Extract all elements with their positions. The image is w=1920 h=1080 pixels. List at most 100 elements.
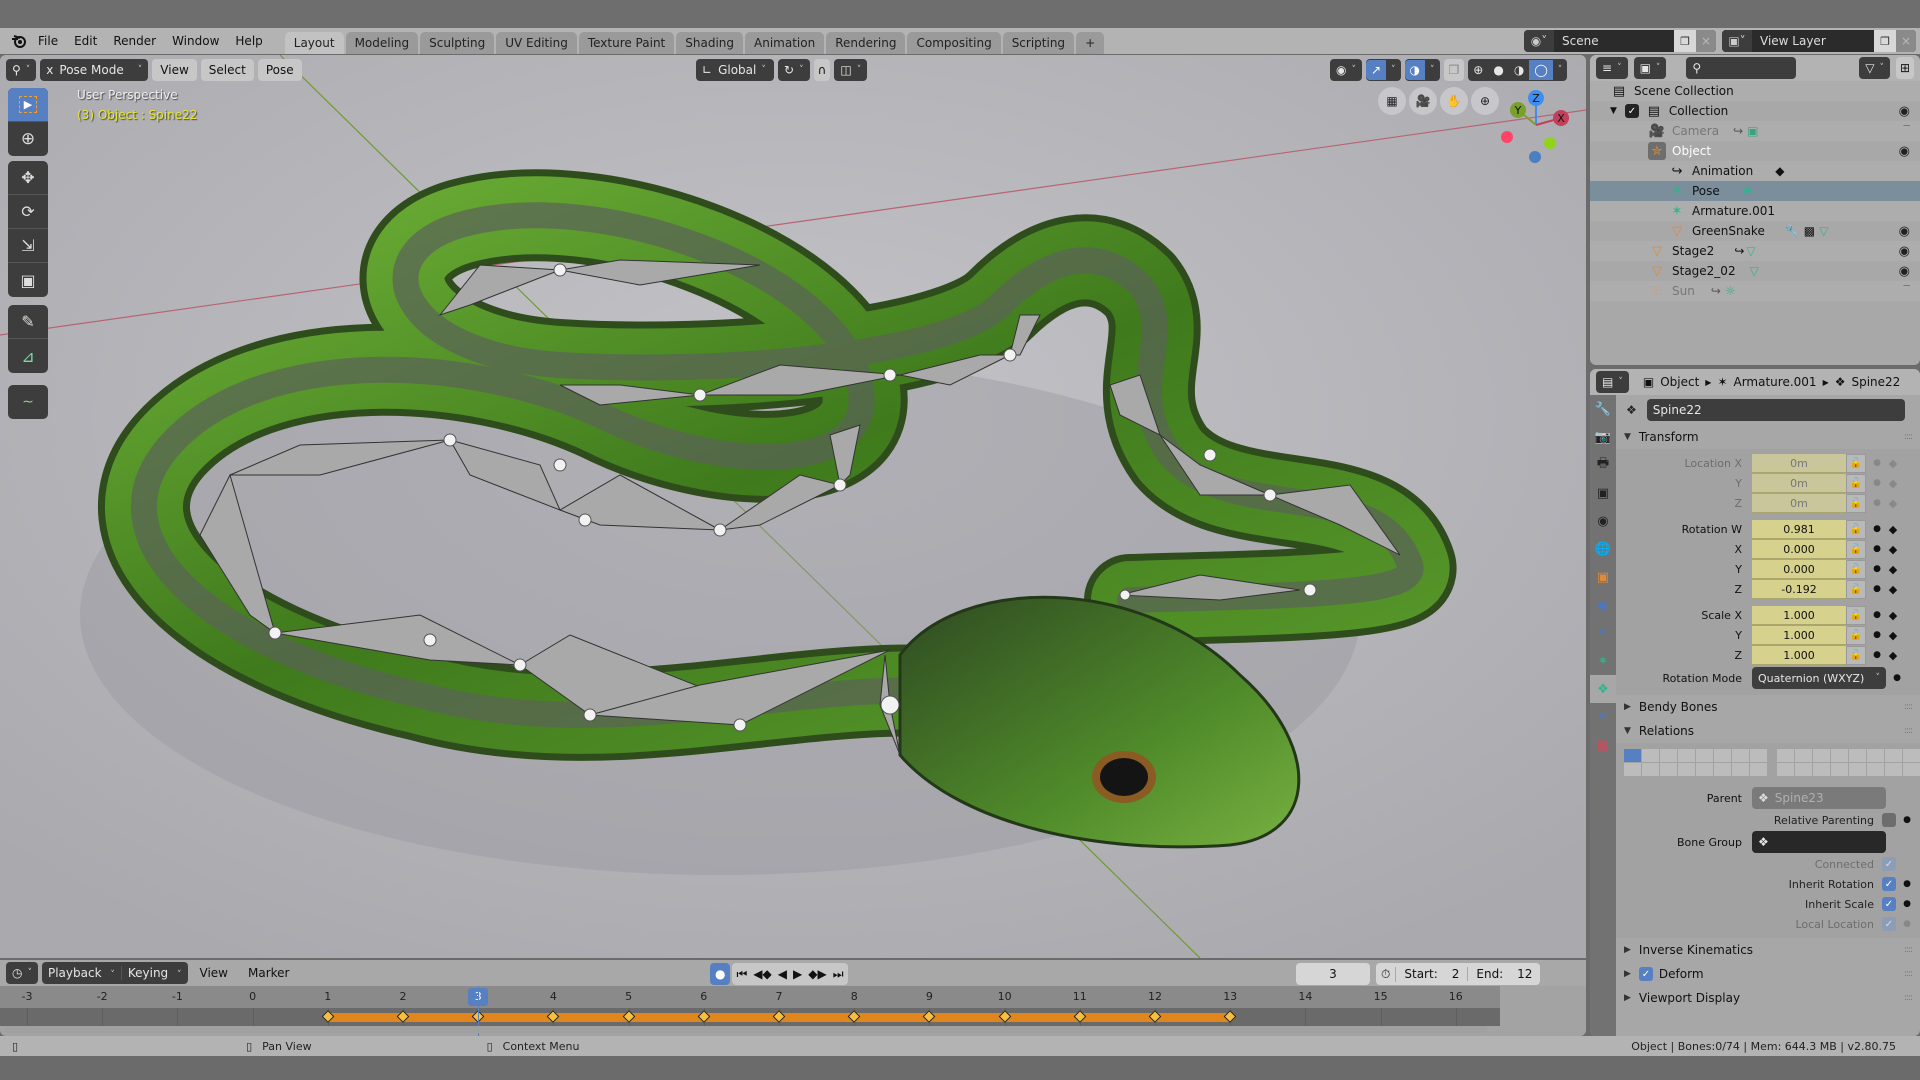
keyframe-diamond-icon[interactable]: ◆: [1886, 609, 1900, 622]
outliner-row-object[interactable]: ✮ Object ◉: [1590, 141, 1920, 161]
collection-checkbox[interactable]: ✓: [1624, 104, 1639, 118]
menu-select[interactable]: Select: [200, 59, 254, 81]
outliner-row-collection[interactable]: ▼ ✓ ▤ Collection ◉: [1590, 101, 1920, 121]
scene-name[interactable]: Scene: [1554, 34, 1674, 48]
tab-texture-paint[interactable]: Texture Paint: [578, 32, 675, 54]
gizmo-neg-x-axis[interactable]: [1501, 131, 1513, 143]
transform-section-header[interactable]: ▼ Transform::::: [1616, 425, 1920, 449]
timeline-ruler[interactable]: -3-2-1012345678910111213141516: [0, 986, 1500, 1008]
eye-icon[interactable]: ◉: [1899, 224, 1910, 239]
menu-edit[interactable]: Edit: [66, 34, 105, 48]
keyframe-diamond-icon[interactable]: ◆: [1886, 649, 1900, 662]
bone-layer-toggle[interactable]: [1660, 749, 1677, 762]
relative-parenting-checkbox[interactable]: [1882, 813, 1896, 827]
tab-world[interactable]: 🌐: [1590, 535, 1616, 563]
keyframe-dot-icon[interactable]: ●: [1872, 478, 1882, 488]
start-frame-field[interactable]: Start: 2: [1396, 967, 1469, 981]
tab-sculpting[interactable]: Sculpting: [420, 32, 495, 54]
keyframe-dot-icon[interactable]: ●: [1872, 650, 1882, 660]
inherit-rotation-checkbox[interactable]: ✓: [1882, 877, 1896, 891]
viewport-scene[interactable]: [0, 55, 1586, 958]
tab-scene[interactable]: ◉: [1590, 507, 1616, 535]
rotate-tool[interactable]: ⟳: [8, 195, 48, 229]
bone-layer-toggle[interactable]: [1849, 749, 1866, 762]
tab-compositing[interactable]: Compositing: [907, 32, 1001, 54]
outliner-row-sun[interactable]: ☉ Sun ↪ ☼ ‾: [1590, 281, 1920, 301]
lock-icon[interactable]: 🔓: [1846, 579, 1866, 599]
eye-hidden-icon[interactable]: ‾: [1904, 124, 1911, 139]
gizmo-toggle[interactable]: ↗ ˅: [1365, 59, 1401, 81]
bone-layer-toggle[interactable]: [1714, 749, 1731, 762]
keyframe-dot-icon[interactable]: ●: [1902, 899, 1912, 909]
material-shading-icon[interactable]: ◑: [1509, 63, 1529, 77]
lock-icon[interactable]: 🔓: [1846, 625, 1866, 645]
keyframe-dot-icon[interactable]: ●: [1872, 584, 1882, 594]
tab-texture[interactable]: ▩: [1590, 731, 1616, 759]
parent-field[interactable]: ❖ Spine23: [1752, 787, 1886, 809]
view-layer-selector[interactable]: ▣˅ View Layer ❐ ×: [1722, 30, 1916, 52]
navigation-gizmo[interactable]: Z Y X: [1492, 85, 1582, 175]
scale-z-field[interactable]: 1.000: [1752, 645, 1846, 665]
keyframe-dot-icon[interactable]: ●: [1872, 524, 1882, 534]
menu-playback[interactable]: Playback ˅: [42, 966, 121, 980]
drag-handle-icon[interactable]: ::::: [1904, 726, 1913, 736]
wireframe-shading-icon[interactable]: ⊕: [1468, 63, 1488, 77]
menu-window[interactable]: Window: [164, 34, 227, 48]
menu-view[interactable]: View: [152, 59, 197, 81]
bendy-bones-section-header[interactable]: ▶ Bendy Bones::::: [1616, 695, 1920, 719]
add-workspace-button[interactable]: +: [1076, 32, 1105, 54]
bone-layer-toggle[interactable]: [1813, 763, 1830, 776]
bone-layer-toggle[interactable]: [1849, 763, 1866, 776]
tab-modeling[interactable]: Modeling: [345, 32, 419, 54]
bone-layer-toggle[interactable]: [1678, 749, 1695, 762]
outliner-row-scene-collection[interactable]: ▤ Scene Collection: [1590, 81, 1920, 101]
overlays-toggle[interactable]: ◑ ˅: [1404, 59, 1440, 81]
keyframe-diamond-icon[interactable]: ◆: [1886, 543, 1900, 556]
bone-layer-toggle[interactable]: [1795, 763, 1812, 776]
tab-uv-editing[interactable]: UV Editing: [496, 32, 577, 54]
drag-handle-icon[interactable]: ::::: [1904, 993, 1913, 1003]
orientation-selector[interactable]: ∟ Global ˅: [696, 59, 774, 81]
keyframe-diamond-icon[interactable]: ◆: [1886, 563, 1900, 576]
keyframe-dot-icon[interactable]: ●: [1872, 564, 1882, 574]
bone-layer-toggle[interactable]: [1867, 749, 1884, 762]
bone-layer-toggle[interactable]: [1732, 749, 1749, 762]
deform-section-header[interactable]: ▶ ✓ Deform::::: [1616, 962, 1920, 986]
keyframe-dot-icon[interactable]: ●: [1902, 815, 1912, 825]
ortho-toggle-button[interactable]: ▦: [1378, 87, 1406, 115]
rotation-z-field[interactable]: -0.192: [1752, 579, 1846, 599]
eye-hidden-icon[interactable]: ‾: [1904, 284, 1911, 299]
bone-layer-toggle[interactable]: [1885, 763, 1902, 776]
keyframe-dot-icon[interactable]: ●: [1872, 498, 1882, 508]
bone-layer-toggle[interactable]: [1624, 763, 1641, 776]
gizmo-neg-z-axis[interactable]: [1529, 151, 1541, 163]
tab-render[interactable]: 📷: [1590, 423, 1616, 451]
bone-layer-toggle[interactable]: [1867, 763, 1884, 776]
menu-marker[interactable]: Marker: [240, 966, 297, 980]
gizmo-neg-y-axis[interactable]: [1544, 137, 1556, 149]
keyframe-dot-icon[interactable]: ●: [1902, 919, 1912, 929]
tab-animation[interactable]: Animation: [745, 32, 825, 54]
keyframe-diamond-icon[interactable]: ◆: [1886, 497, 1900, 510]
editor-type-button[interactable]: ⚲ ˅: [6, 59, 37, 81]
transform-tool[interactable]: ▣: [8, 263, 48, 297]
bone-layer-toggle[interactable]: [1642, 749, 1659, 762]
lock-icon[interactable]: 🔓: [1846, 519, 1866, 539]
display-mode-button[interactable]: ▣ ˅: [1633, 57, 1667, 79]
bone-layer-toggle[interactable]: [1903, 763, 1920, 776]
bone-layer-toggle[interactable]: [1696, 749, 1713, 762]
rotation-x-field[interactable]: 0.000: [1752, 539, 1846, 559]
visibility-button[interactable]: ◉ ˅: [1330, 59, 1362, 81]
inverse-kinematics-section-header[interactable]: ▶ Inverse Kinematics::::: [1616, 938, 1920, 962]
menu-render[interactable]: Render: [105, 34, 164, 48]
menu-help[interactable]: Help: [227, 34, 270, 48]
drag-handle-icon[interactable]: ::::: [1904, 969, 1913, 979]
3d-viewport[interactable]: ⚲ ˅ x Pose Mode ˅ View Select Pose ∟ Global ˅…: [0, 55, 1586, 958]
current-frame-field[interactable]: 3: [1296, 963, 1370, 985]
timeline-scrollbar[interactable]: [5, 1026, 1487, 1033]
location-z-field[interactable]: 0m: [1752, 493, 1846, 513]
close-view-layer-icon[interactable]: ×: [1896, 30, 1916, 52]
move-tool[interactable]: ✥: [8, 161, 48, 195]
tab-scripting[interactable]: Scripting: [1002, 32, 1075, 54]
keyframe-diamond-icon[interactable]: ◆: [1886, 583, 1900, 596]
